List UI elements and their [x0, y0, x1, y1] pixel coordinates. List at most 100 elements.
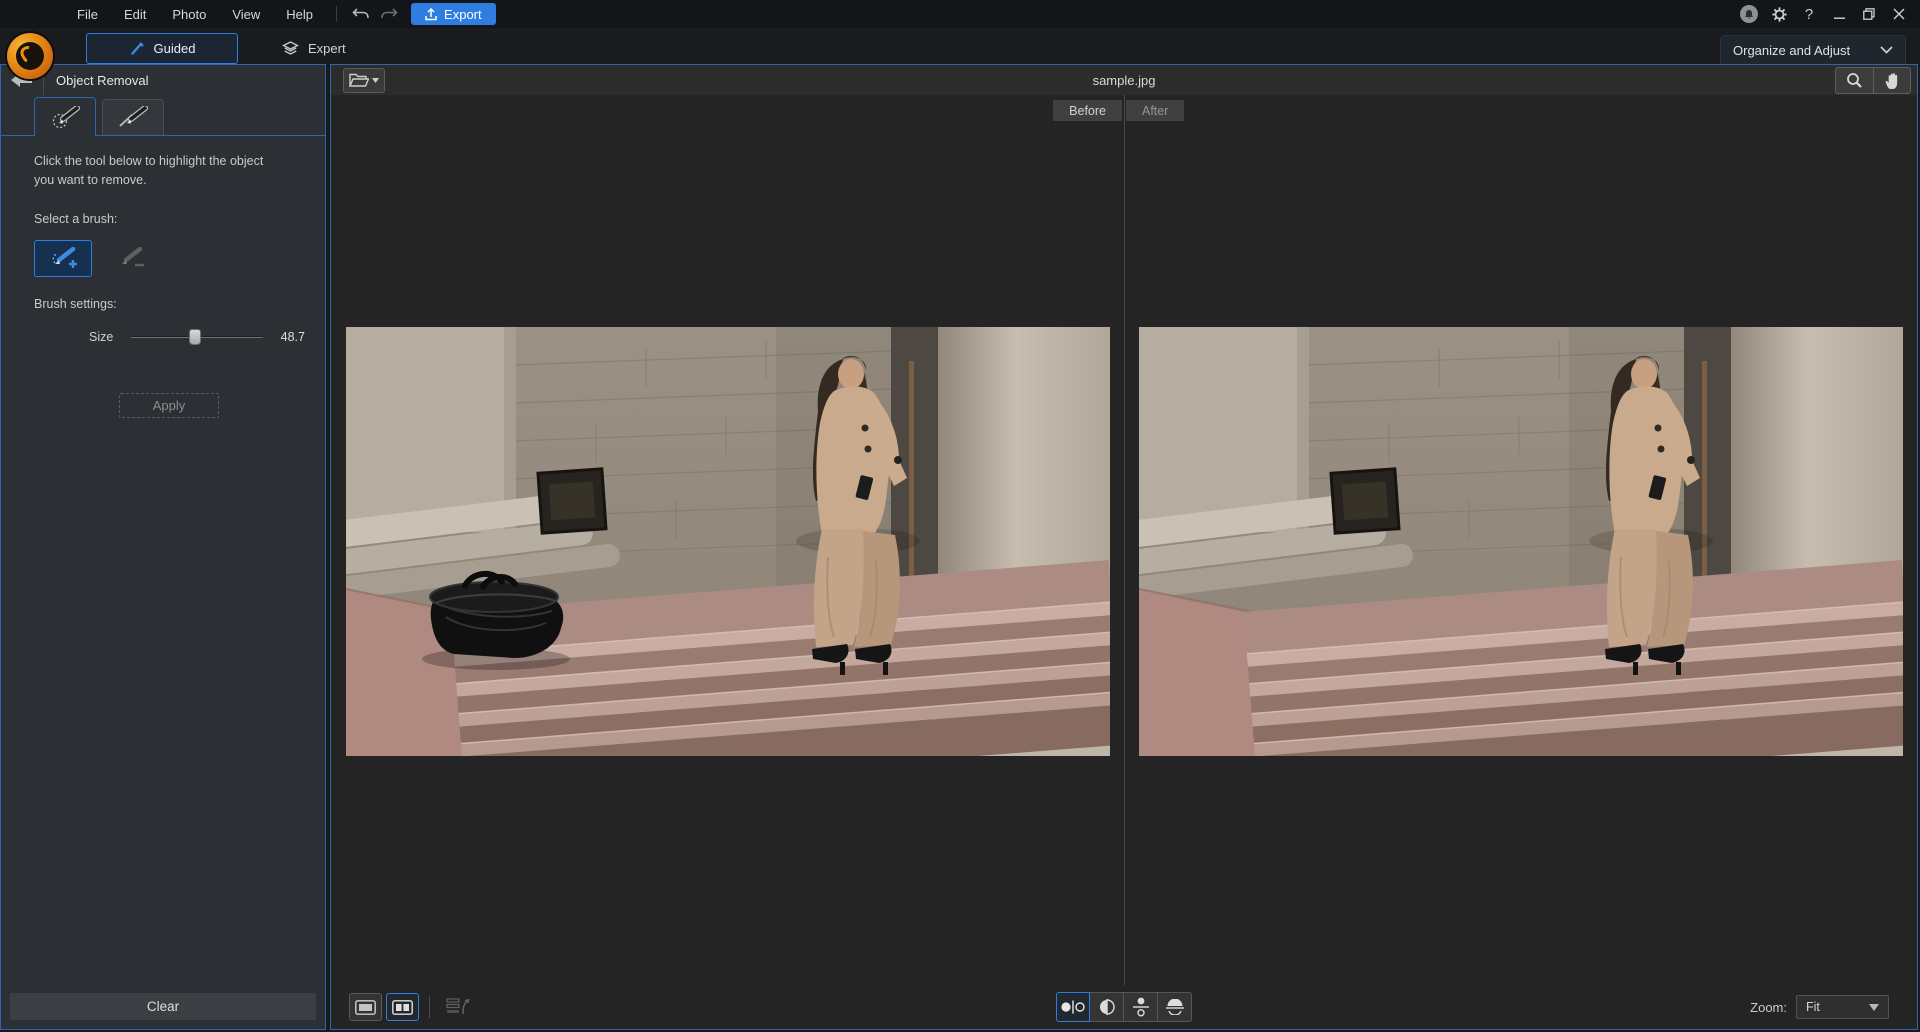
toolbar-separator — [336, 6, 337, 22]
canvas-body: Before After — [331, 95, 1917, 985]
brush-remove-icon — [116, 247, 144, 270]
zoom-value: Fit — [1806, 1000, 1820, 1014]
size-value: 48.7 — [281, 330, 305, 344]
export-button[interactable]: Export — [411, 3, 496, 25]
brush-add-icon — [49, 247, 77, 270]
split-view-button[interactable] — [386, 993, 419, 1021]
dropdown-arrow-icon — [372, 78, 379, 83]
before-tab[interactable]: Before — [1053, 100, 1122, 121]
compare-split-horizontal-icon — [1165, 999, 1185, 1015]
after-tab[interactable]: After — [1126, 100, 1184, 121]
split-view-icon — [392, 1000, 413, 1015]
compare-top-bottom-button[interactable] — [1124, 992, 1158, 1022]
compare-side-icon — [1060, 1000, 1086, 1014]
pan-hand-icon — [1884, 72, 1901, 90]
canvas-header: sample.jpg — [331, 65, 1917, 95]
tab-expert-label: Expert — [308, 41, 346, 56]
help-icon: ? — [1805, 6, 1813, 23]
notifications-button[interactable] — [1736, 2, 1762, 26]
minimize-icon — [1834, 9, 1845, 20]
remove-brush-button[interactable] — [106, 242, 154, 275]
add-brush-button[interactable] — [34, 240, 92, 277]
menu-edit[interactable]: Edit — [111, 0, 159, 28]
menu-bar: File Edit Photo View Help — [64, 0, 326, 28]
compare-split-vertical-icon — [1098, 999, 1116, 1015]
single-view-icon — [355, 1000, 376, 1015]
menu-view[interactable]: View — [219, 0, 273, 28]
mode-tabs: Guided Expert — [86, 30, 356, 64]
apply-button[interactable]: Apply — [119, 393, 219, 418]
restore-icon — [1863, 8, 1875, 20]
size-slider-row: Size 48.7 — [34, 329, 305, 345]
restore-button[interactable] — [1856, 2, 1882, 26]
canvas-nav-tools — [1835, 67, 1911, 94]
size-slider[interactable] — [131, 329, 262, 345]
tab-guided[interactable]: Guided — [86, 33, 238, 64]
close-button[interactable] — [1886, 2, 1912, 26]
tab-line-brush[interactable] — [102, 99, 164, 135]
guided-pen-icon — [129, 41, 145, 56]
zoom-tool-button[interactable] — [1835, 67, 1873, 94]
clear-button[interactable]: Clear — [10, 993, 316, 1020]
tab-guided-label: Guided — [154, 41, 196, 56]
guided-tool-panel: Object Removal Click — [0, 64, 326, 1030]
window-controls: ? — [1736, 0, 1920, 28]
app-logo — [7, 33, 53, 79]
dropdown-arrow-icon — [1869, 1004, 1879, 1011]
compare-side-by-side-button[interactable] — [1056, 992, 1090, 1022]
compare-top-bottom-icon — [1132, 997, 1150, 1017]
redo-button[interactable] — [375, 3, 403, 25]
compare-split-vertical-button[interactable] — [1090, 992, 1124, 1022]
size-label: Size — [89, 330, 113, 344]
instruction-text: Click the tool below to highlight the ob… — [34, 152, 286, 190]
before-image[interactable] — [346, 327, 1110, 756]
help-button[interactable]: ? — [1796, 2, 1822, 26]
tab-selection-brush[interactable] — [34, 97, 96, 136]
panel-header: Object Removal — [1, 65, 325, 95]
commit-edits-button[interactable] — [440, 993, 476, 1021]
settings-button[interactable] — [1766, 2, 1792, 26]
menu-file[interactable]: File — [64, 0, 111, 28]
zoom-select[interactable]: Fit — [1796, 995, 1889, 1019]
mode-bar: Guided Expert Organize and Adjust — [0, 28, 1920, 64]
canvas-area: sample.jpg Before After — [330, 64, 1918, 1030]
compare-split-horizontal-button[interactable] — [1158, 992, 1192, 1022]
application-window: File Edit Photo View Help Export — [0, 0, 1920, 1032]
line-brush-tab-icon — [118, 106, 148, 129]
notifications-bell-icon — [1740, 5, 1758, 23]
settings-gear-icon — [1772, 7, 1787, 22]
export-label: Export — [444, 7, 482, 22]
slider-thumb[interactable] — [189, 329, 201, 345]
brush-settings-label: Brush settings: — [34, 297, 305, 311]
open-folder-button[interactable] — [343, 68, 385, 93]
tab-expert[interactable]: Expert — [272, 33, 356, 64]
minimize-button[interactable] — [1826, 2, 1852, 26]
expert-layers-icon — [282, 41, 299, 56]
panel-body: Click the tool below to highlight the ob… — [1, 135, 325, 1029]
canvas-toolbar: Zoom: Fit — [331, 985, 1917, 1029]
brush-buttons — [34, 240, 305, 277]
toolbar-separator — [429, 996, 430, 1018]
redo-icon — [380, 7, 398, 21]
chevron-down-icon — [1880, 46, 1893, 54]
zoom-tool-icon — [1846, 72, 1863, 89]
menu-help[interactable]: Help — [273, 0, 326, 28]
tool-tab-strip — [1, 95, 325, 135]
selection-brush-tab-icon — [50, 106, 80, 129]
workspace-selector-label: Organize and Adjust — [1733, 43, 1850, 58]
zoom-label: Zoom: — [1750, 1000, 1787, 1015]
pane-divider — [1124, 95, 1125, 985]
pan-tool-button[interactable] — [1873, 67, 1911, 94]
folder-open-icon — [349, 72, 369, 88]
workspace-selector[interactable]: Organize and Adjust — [1720, 35, 1906, 64]
single-view-button[interactable] — [349, 993, 382, 1021]
panel-title: Object Removal — [56, 73, 148, 88]
title-bar: File Edit Photo View Help Export — [0, 0, 1920, 28]
menu-photo[interactable]: Photo — [159, 0, 219, 28]
export-upload-icon — [425, 8, 437, 21]
close-icon — [1893, 8, 1905, 20]
commit-arrow-icon — [446, 996, 470, 1018]
after-image[interactable] — [1139, 327, 1903, 756]
undo-button[interactable] — [347, 3, 375, 25]
view-mode-group — [345, 993, 419, 1021]
